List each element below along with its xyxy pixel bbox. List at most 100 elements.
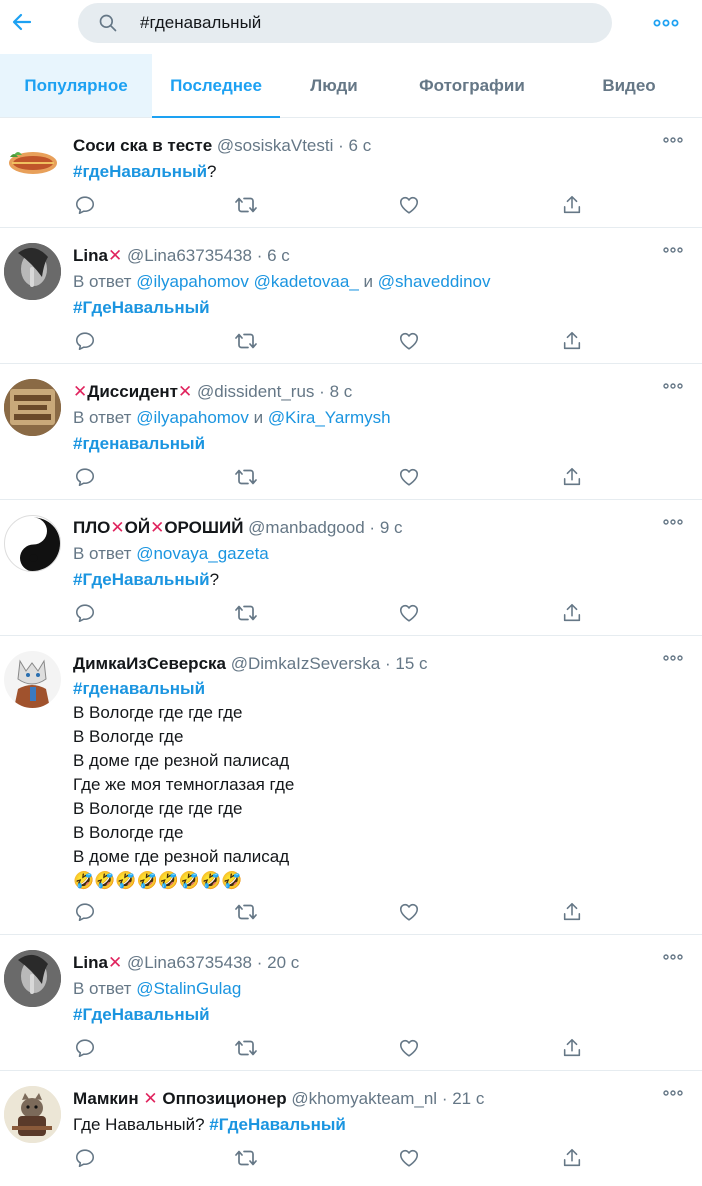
retweet-button[interactable] [233,1145,259,1171]
author-name[interactable]: ПЛО✕ОЙ✕ОРОШИЙ [73,518,243,537]
red-x-emoji: ✕ [107,246,123,265]
author-handle[interactable]: @DimkaIzSeverska [231,654,381,673]
retweet-button[interactable] [233,600,259,626]
tweet-time[interactable]: 9 с [380,518,403,537]
retweet-button[interactable] [233,899,259,925]
like-button[interactable] [396,192,422,218]
share-button[interactable] [559,899,585,925]
hashtag-link[interactable]: #гденавальный [73,679,205,698]
tweet[interactable]: Соси ска в тесте @sosiskaVtesti · 6 с #г… [0,119,702,228]
author-handle[interactable]: @khomyakteam_nl [291,1089,437,1108]
retweet-button[interactable] [233,328,259,354]
text-line: В Вологде где [73,823,184,842]
author-name[interactable]: ДимкаИзСеверска [73,654,226,673]
search-box[interactable] [78,3,612,43]
reply-button[interactable] [72,600,98,626]
reply-button[interactable] [72,1145,98,1171]
tweet-more-button[interactable] [660,133,686,147]
share-button[interactable] [559,600,585,626]
tweet-time[interactable]: 21 с [452,1089,484,1108]
tweet-time[interactable]: 8 с [330,382,353,401]
tab-popular[interactable]: Популярное [0,54,152,117]
reply-icon [75,196,95,215]
tweet[interactable]: ДимкаИзСеверска @DimkaIzSeverska · 15 с … [0,637,702,935]
share-button[interactable] [559,464,585,490]
mention-link[interactable]: @ilyapahomov [136,408,249,427]
author-handle[interactable]: @sosiskaVtesti [217,136,333,155]
avatar[interactable] [4,133,61,190]
reply-button[interactable] [72,899,98,925]
tweet-time[interactable]: 6 с [349,136,372,155]
tweet[interactable]: Lina✕ @Lina63735438 · 6 с В ответ @ilyap… [0,229,702,364]
tweet-more-button[interactable] [660,950,686,964]
tweet-more-button[interactable] [660,243,686,257]
more-options-button[interactable] [652,12,680,34]
hashtag-link[interactable]: #гдеНавальный [73,162,207,181]
hashtag-link[interactable]: #ГдеНавальный [209,1115,346,1134]
author-name[interactable]: Мамкин ✕ Оппозиционер [73,1089,287,1108]
author-name[interactable]: Диссидент [87,382,178,401]
hashtag-link[interactable]: #ГдеНавальный [73,570,210,589]
avatar[interactable] [4,651,61,708]
share-button[interactable] [559,1035,585,1061]
retweet-button[interactable] [233,1035,259,1061]
reply-button[interactable] [72,328,98,354]
like-button[interactable] [396,328,422,354]
reply-button[interactable] [72,192,98,218]
mention-link[interactable]: @StalinGulag [136,979,241,998]
tweet[interactable]: ✕Диссидент✕ @dissident_rus · 8 с В ответ… [0,365,702,500]
like-button[interactable] [396,1145,422,1171]
mention-link[interactable]: @novaya_gazeta [136,544,269,563]
author-handle[interactable]: @manbadgood [248,518,365,537]
tweet-text: #ГдеНавальный? [73,568,672,592]
author-handle[interactable]: @Lina63735438 [127,246,252,265]
avatar[interactable] [4,243,61,300]
hashtag-link[interactable]: #ГдеНавальный [73,298,210,317]
tweet-more-button[interactable] [660,651,686,665]
retweet-button[interactable] [233,464,259,490]
tab-videos[interactable]: Видео [556,54,702,117]
author-handle[interactable]: @dissident_rus [197,382,314,401]
author-name[interactable]: Lina [73,953,108,972]
tweet-more-button[interactable] [660,1086,686,1100]
tab-people[interactable]: Люди [280,54,388,117]
avatar[interactable] [4,379,61,436]
like-button[interactable] [396,600,422,626]
tweet-content: Мамкин ✕ Оппозиционер @khomyakteam_nl · … [73,1088,672,1137]
tab-photos[interactable]: Фотографии [388,54,556,117]
tweet[interactable]: Lina✕ @Lina63735438 · 20 с В ответ @Stal… [0,936,702,1071]
tweet[interactable]: Мамкин ✕ Оппозиционер @khomyakteam_nl · … [0,1072,702,1186]
red-x-emoji: ✕ [73,382,88,401]
mention-link[interactable]: @shaveddinov [378,272,491,291]
tweet-more-button[interactable] [660,515,686,529]
search-input[interactable] [140,3,590,43]
avatar[interactable] [4,950,61,1007]
mention-link[interactable]: @kadetovaa_ [254,272,359,291]
like-button[interactable] [396,899,422,925]
like-button[interactable] [396,464,422,490]
avatar[interactable] [4,1086,61,1143]
author-name[interactable]: Соси ска в тесте [73,136,212,155]
avatar[interactable] [4,515,61,572]
separator: · [256,953,263,972]
tweet[interactable]: ПЛО✕ОЙ✕ОРОШИЙ @manbadgood · 9 с В ответ … [0,501,702,636]
reply-button[interactable] [72,1035,98,1061]
share-button[interactable] [559,192,585,218]
reply-button[interactable] [72,464,98,490]
author-handle[interactable]: @Lina63735438 [127,953,252,972]
tweet-time[interactable]: 20 с [267,953,299,972]
mention-link[interactable]: @Kira_Yarmysh [268,408,391,427]
share-button[interactable] [559,328,585,354]
tweet-more-button[interactable] [660,379,686,393]
hashtag-link[interactable]: #ГдеНавальный [73,1005,210,1024]
like-button[interactable] [396,1035,422,1061]
mention-link[interactable]: @ilyapahomov [136,272,249,291]
back-button[interactable] [8,8,36,36]
tweet-time[interactable]: 6 с [267,246,290,265]
retweet-button[interactable] [233,192,259,218]
tweet-time[interactable]: 15 с [395,654,427,673]
author-name[interactable]: Lina [73,246,108,265]
tab-latest[interactable]: Последнее [152,54,280,118]
share-button[interactable] [559,1145,585,1171]
hashtag-link[interactable]: #гденавальный [73,434,205,453]
